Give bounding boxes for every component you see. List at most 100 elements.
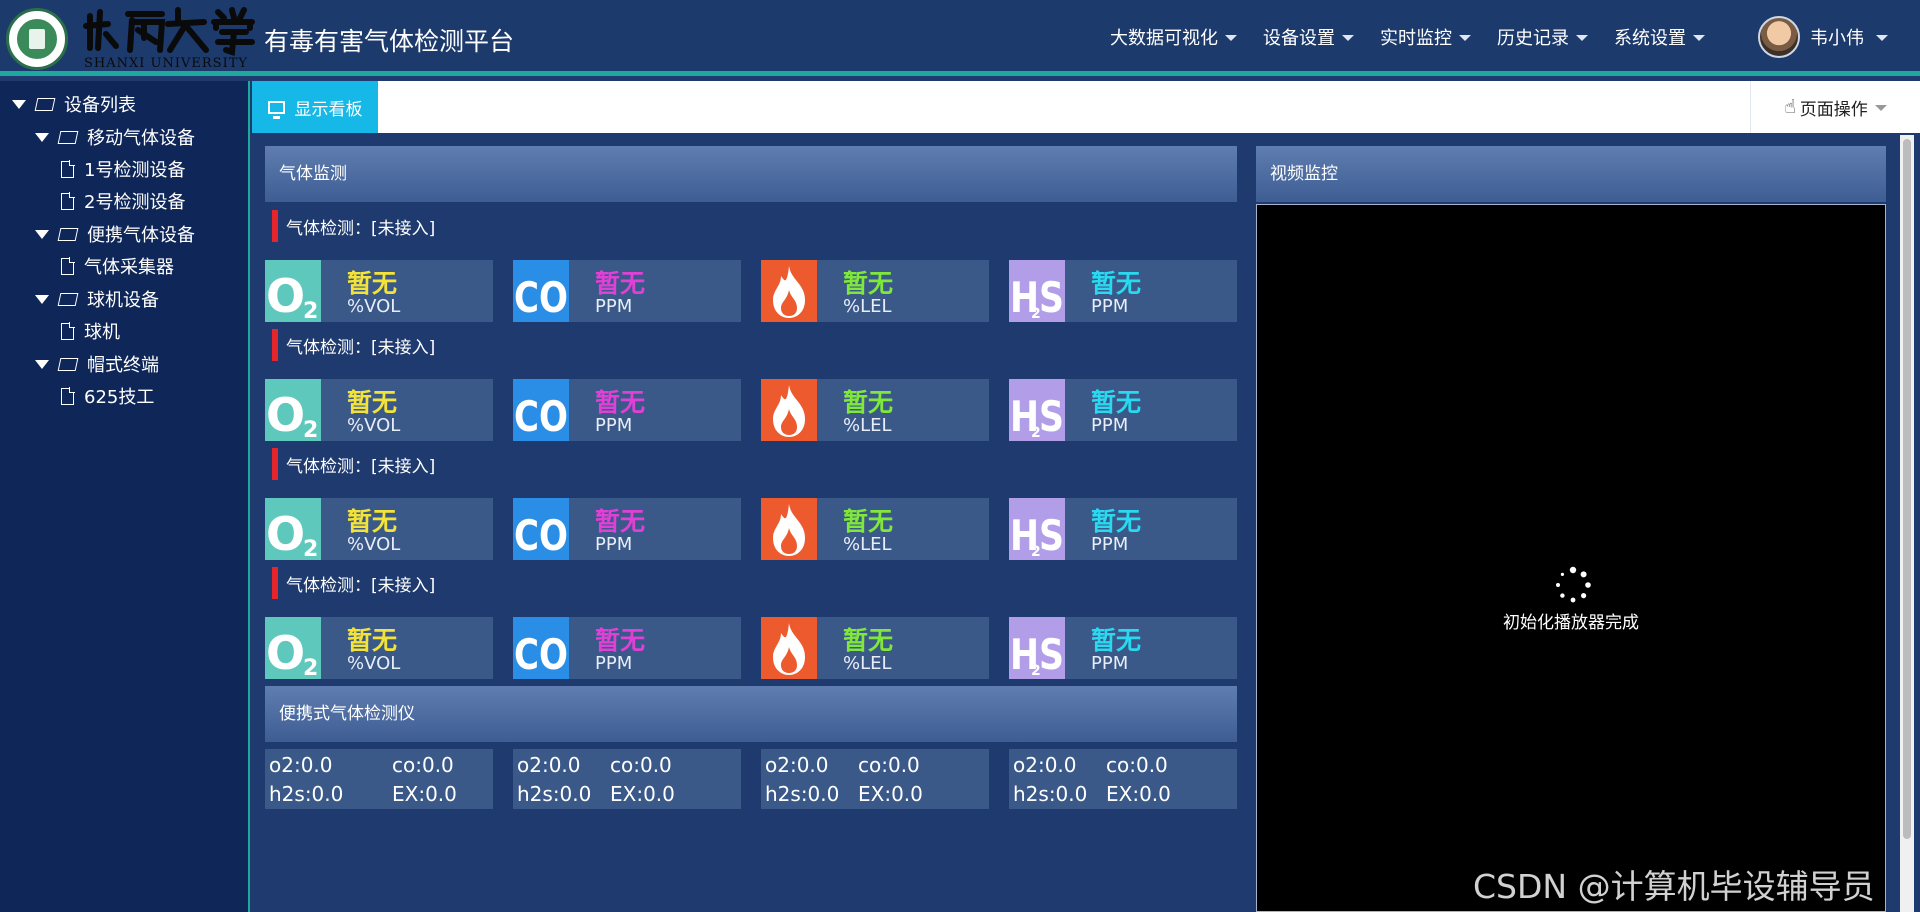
svg-text:CO: CO (514, 273, 568, 322)
gas-section-label-text: 气体检测：[未接入] (286, 456, 436, 477)
gas-card-combustible: 暂无 %LEL (761, 379, 989, 441)
gas-section-label: 气体检测：[未接入] (272, 448, 435, 480)
folder-icon (34, 97, 56, 111)
expand-triangle-icon[interactable] (35, 294, 49, 304)
h2s-reading: h2s:0.0 (269, 782, 344, 806)
main-nav: 大数据可视化 设备设置 实时监控 历史记录 系统设置 (1110, 24, 1731, 50)
gas-value: 暂无 (1091, 507, 1142, 536)
gas-unit: %VOL (347, 653, 401, 674)
nav-system-settings[interactable]: 系统设置 (1614, 24, 1705, 50)
portable-panel-title: 便携式气体检测仪 (265, 686, 1237, 742)
gas-value: 暂无 (347, 507, 398, 536)
red-marker (272, 567, 278, 599)
page-operations-button[interactable]: ☝ 页面操作 (1750, 81, 1920, 133)
gas-value: 暂无 (1091, 388, 1142, 417)
expand-triangle-icon[interactable] (12, 99, 26, 109)
red-marker (272, 329, 278, 361)
tree-root-device-list[interactable]: 设备列表 (12, 92, 136, 116)
gas-card-h2s: HS 2 暂无 PPM (1009, 379, 1237, 441)
video-player[interactable]: 初始化播放器完成 (1256, 204, 1886, 912)
gas-unit: %VOL (347, 296, 401, 317)
h2s-reading: h2s:0.0 (517, 782, 592, 806)
watermark-text: CSDN @计算机毕设辅导员 (1473, 867, 1875, 906)
co-icon: CO (513, 379, 569, 441)
file-icon (61, 387, 75, 405)
chevron-down-icon (1459, 35, 1471, 41)
gas-section-label: 气体检测：[未接入] (272, 329, 435, 361)
gas-section-label-text: 气体检测：[未接入] (286, 337, 436, 358)
file-icon (61, 322, 75, 340)
ex-reading: EX:0.0 (1106, 782, 1171, 806)
tree-group-helmet-terminal[interactable]: 帽式终端 (35, 352, 159, 376)
gas-card-combustible: 暂无 %LEL (761, 260, 989, 322)
o2-reading: o2:0.0 (517, 753, 581, 777)
gas-card-co: CO 暂无 PPM (513, 617, 741, 679)
nav-big-data[interactable]: 大数据可视化 (1110, 24, 1237, 50)
app-title: 有毒有害气体检测平台 (264, 27, 515, 56)
o2-icon: O2 (265, 498, 321, 562)
svg-text:2: 2 (303, 656, 318, 679)
gas-card-o2: O 2 暂无 %VOL (265, 379, 493, 443)
gas-value: 暂无 (347, 269, 398, 298)
gas-value: 暂无 (347, 626, 398, 655)
nav-device-settings[interactable]: 设备设置 (1263, 24, 1354, 50)
university-english-name: SHANXI UNIVERSITY (84, 56, 248, 71)
gas-panel-title: 气体监测 (265, 146, 1237, 202)
folder-icon (57, 227, 79, 241)
avatar (1758, 16, 1800, 58)
gas-unit: %LEL (843, 415, 892, 436)
expand-triangle-icon[interactable] (35, 132, 49, 142)
portable-device-card: o2:0.0 co:0.0 h2s:0.0 EX:0.0 (513, 749, 741, 809)
tree-item-device-2[interactable]: 2号检测设备 (61, 189, 185, 213)
gas-card-o2: O 2 暂无 %VOL (265, 260, 493, 324)
tree-item-device-1[interactable]: 1号检测设备 (61, 157, 185, 181)
expand-triangle-icon[interactable] (35, 359, 49, 369)
gas-card-co: CO 暂无 PPM (513, 498, 741, 560)
file-icon (61, 257, 75, 275)
svg-text:2: 2 (1031, 425, 1041, 441)
red-marker (272, 448, 278, 480)
nav-history[interactable]: 历史记录 (1497, 24, 1588, 50)
h2s-icon: HS 2 (1009, 498, 1065, 560)
expand-triangle-icon[interactable] (35, 229, 49, 239)
page-scrollbar[interactable] (1900, 135, 1914, 912)
svg-text:2: 2 (303, 418, 318, 441)
tree-group-dome-camera[interactable]: 球机设备 (35, 287, 159, 311)
co-reading: co:0.0 (1106, 753, 1168, 777)
ex-reading: EX:0.0 (610, 782, 675, 806)
monitor-icon (267, 100, 285, 119)
player-status-text: 初始化播放器完成 (1503, 613, 1639, 633)
o2-reading: o2:0.0 (765, 753, 829, 777)
gas-section-label-text: 气体检测：[未接入] (286, 218, 436, 239)
hand-pointer-icon: ☝ (1784, 96, 1796, 118)
chevron-down-icon (1225, 35, 1237, 41)
university-logo (6, 8, 68, 70)
gas-value: 暂无 (595, 269, 646, 298)
gas-unit: PPM (1091, 415, 1129, 436)
tree-item-dome-camera[interactable]: 球机 (61, 319, 120, 343)
gas-unit: PPM (595, 653, 633, 674)
chevron-down-icon (1874, 105, 1887, 111)
tree-group-mobile-gas[interactable]: 移动气体设备 (35, 125, 195, 149)
tree-item-gas-collector[interactable]: 气体采集器 (61, 254, 174, 278)
user-menu[interactable]: 韦小伟 (1758, 16, 1888, 58)
svg-text:O: O (266, 269, 305, 322)
svg-text:2: 2 (1031, 544, 1041, 560)
nav-realtime-monitor[interactable]: 实时监控 (1380, 24, 1471, 50)
flame-icon (761, 617, 817, 679)
tab-dashboard[interactable]: 显示看板 (252, 81, 378, 133)
gas-section-label: 气体检测：[未接入] (272, 567, 435, 599)
sidebar: 设备列表 移动气体设备 1号检测设备 2号检测设备 便携气体设备 气体采集器 球… (0, 81, 250, 912)
tree-group-portable-gas[interactable]: 便携气体设备 (35, 222, 195, 246)
tree-item-625-technician[interactable]: 625技工 (61, 384, 154, 408)
svg-text:O: O (266, 507, 305, 560)
scrollbar-thumb[interactable] (1903, 139, 1911, 839)
gas-unit: PPM (595, 415, 633, 436)
h2s-icon: HS 2 (1009, 260, 1065, 322)
co-icon: CO (513, 498, 569, 560)
svg-text:O: O (266, 388, 305, 441)
portable-device-card: o2:0.0 co:0.0 h2s:0.0 EX:0.0 (761, 749, 989, 809)
chevron-down-icon (1693, 35, 1705, 41)
user-name: 韦小伟 (1810, 28, 1864, 49)
gas-unit: %VOL (347, 415, 401, 436)
